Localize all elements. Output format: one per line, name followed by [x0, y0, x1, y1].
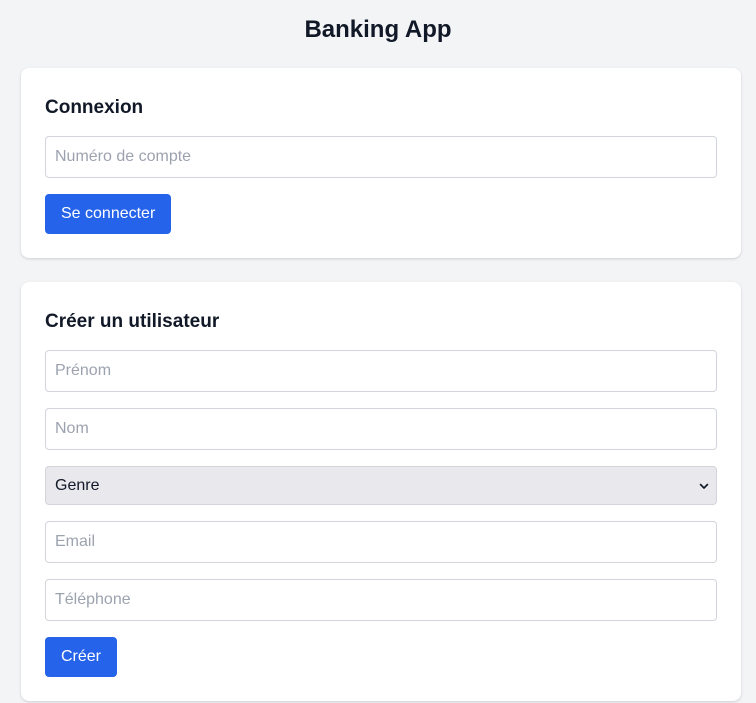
- first-name-input[interactable]: [45, 350, 717, 392]
- app-title: Banking App: [304, 16, 452, 43]
- account-number-input[interactable]: [45, 136, 717, 178]
- create-user-card: Créer un utilisateur Genre Créer: [21, 282, 741, 701]
- email-input[interactable]: [45, 521, 717, 563]
- last-name-input[interactable]: [45, 408, 717, 450]
- gender-select-wrapper: Genre: [45, 466, 717, 505]
- gender-select[interactable]: Genre: [46, 467, 716, 504]
- create-user-title: Créer un utilisateur: [45, 311, 220, 332]
- login-card: Connexion Se connecter: [21, 68, 741, 258]
- create-button[interactable]: Créer: [45, 637, 118, 677]
- login-button[interactable]: Se connecter: [45, 194, 172, 234]
- login-title: Connexion: [45, 97, 144, 118]
- phone-input[interactable]: [45, 579, 717, 621]
